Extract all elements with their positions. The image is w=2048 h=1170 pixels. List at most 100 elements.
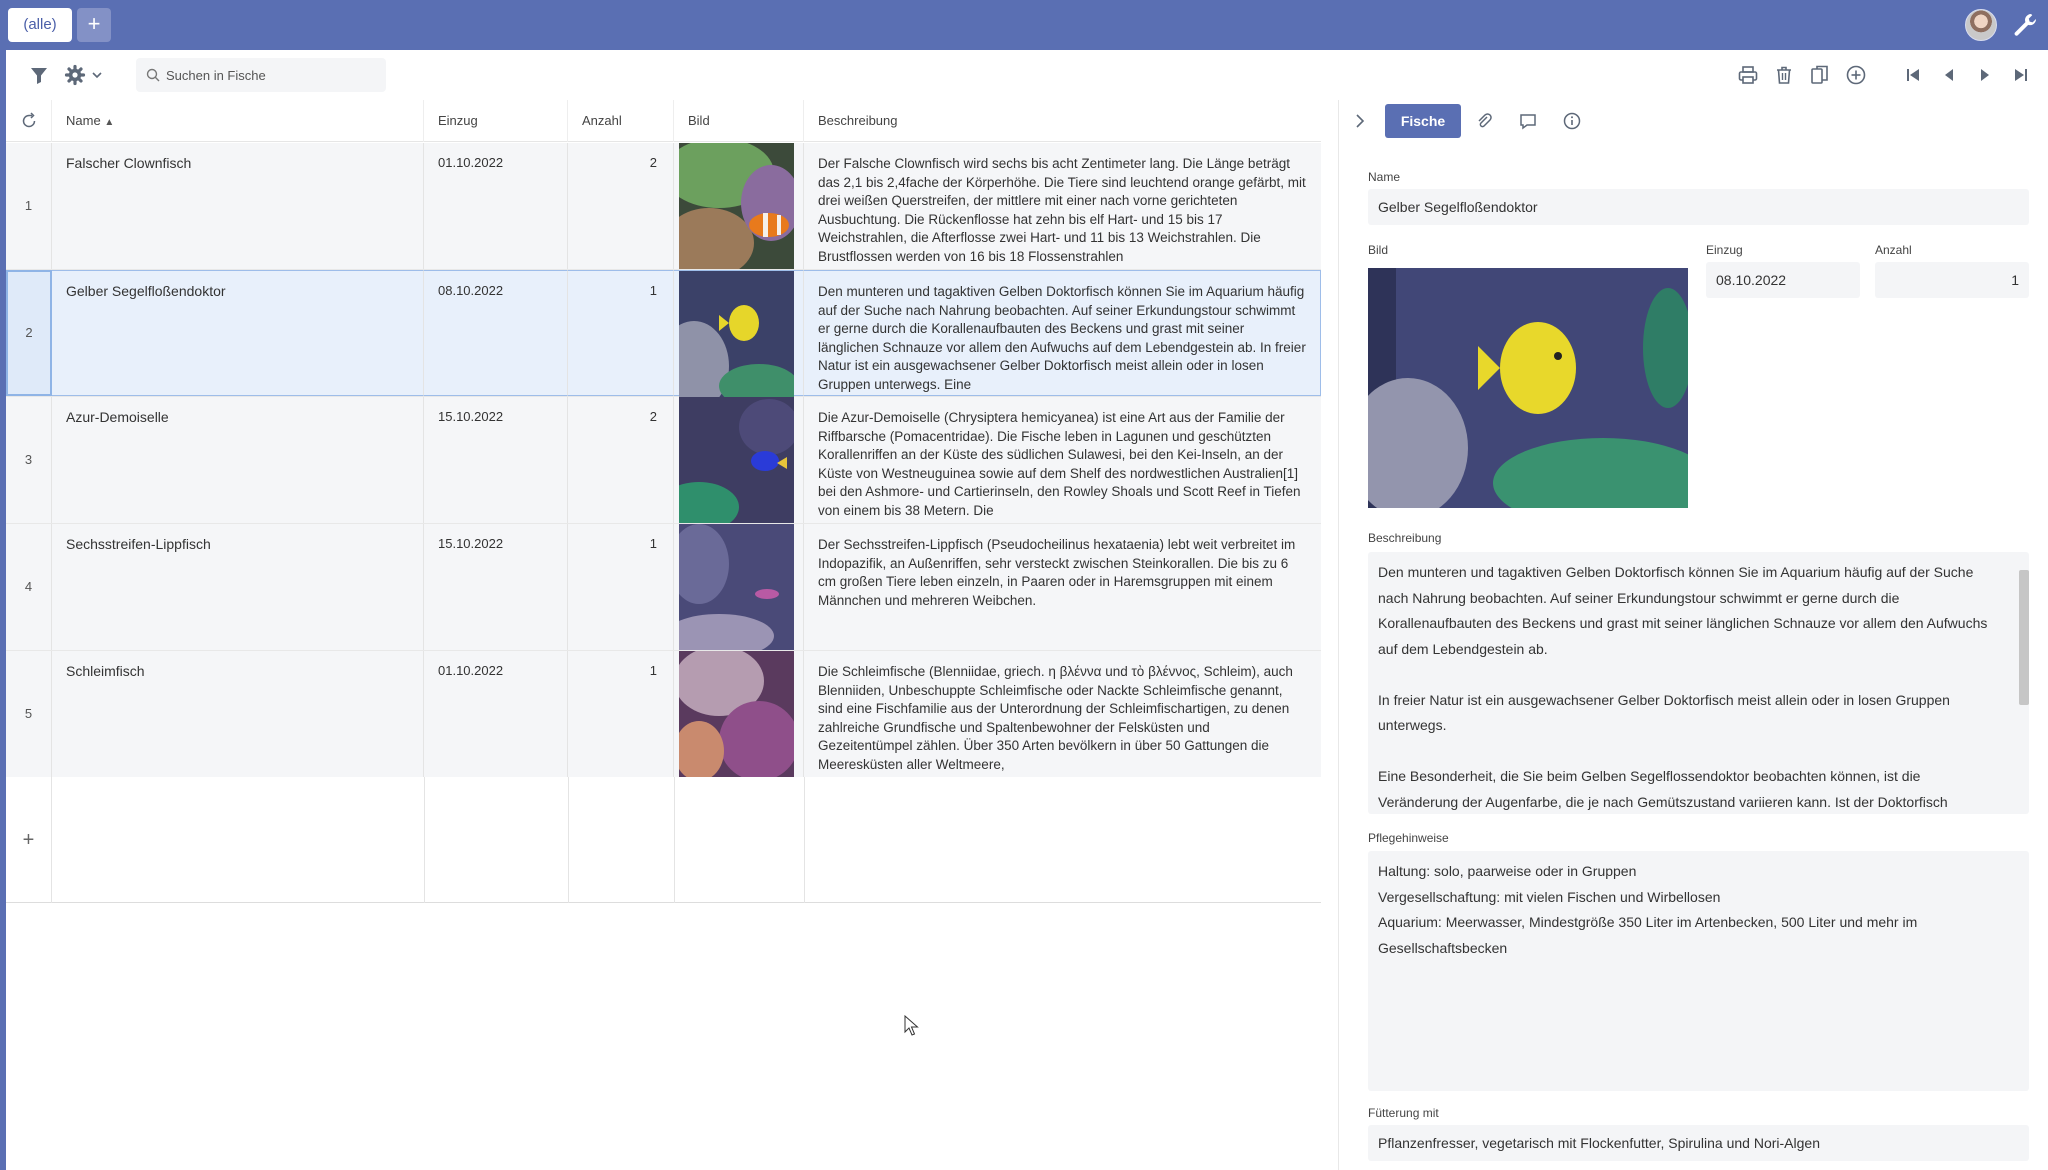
detail-panel: Fische Name Gelber Segelfloßendoktor Bil…: [1338, 100, 2048, 1170]
row-number[interactable]: 5: [6, 651, 52, 777]
data-grid: Name ▲ Einzug Anzahl Bild Beschreibung 1…: [6, 100, 1321, 903]
cell-anzahl[interactable]: 1: [568, 524, 674, 650]
cell-beschreibung[interactable]: Die Azur-Demoiselle (Chrysiptera hemicya…: [804, 397, 1321, 523]
grid-header: Name ▲ Einzug Anzahl Bild Beschreibung: [6, 100, 1321, 142]
cell-bild[interactable]: [659, 270, 804, 411]
filter-icon[interactable]: [28, 64, 50, 86]
cell-name[interactable]: Azur-Demoiselle: [52, 397, 424, 523]
paperclip-icon[interactable]: [1475, 112, 1493, 130]
name-field[interactable]: Gelber Segelfloßendoktor: [1368, 189, 2029, 225]
row-number[interactable]: 4: [6, 524, 52, 650]
column-header-name-label: Name: [66, 113, 101, 128]
detail-tabs: Fische: [1339, 100, 2048, 142]
bild-label: Bild: [1368, 243, 1389, 257]
cell-bild[interactable]: [664, 524, 804, 658]
column-divider: [424, 777, 425, 903]
cell-beschreibung[interactable]: Der Sechsstreifen-Lippfisch (Pseudocheil…: [804, 524, 1321, 650]
column-divider: [674, 777, 675, 903]
fuetterung-label: Fütterung mit: [1368, 1106, 1439, 1120]
add-row-button[interactable]: +: [6, 777, 52, 903]
cell-beschreibung[interactable]: Den munteren und tagaktiven Gelben Dokto…: [804, 270, 1321, 396]
cell-bild[interactable]: [664, 138, 804, 278]
top-bar: (alle) +: [0, 0, 2048, 50]
next-record-icon[interactable]: [1974, 64, 1996, 86]
row-number[interactable]: 1: [6, 143, 52, 269]
tab-alle[interactable]: (alle): [8, 8, 72, 42]
wrench-icon[interactable]: [2010, 10, 2040, 40]
yellow-tang-image: [659, 271, 799, 411]
row-number[interactable]: 2: [6, 270, 52, 396]
copy-icon[interactable]: [1809, 64, 1831, 86]
beschreibung-label: Beschreibung: [1368, 531, 1442, 545]
add-row[interactable]: +: [6, 777, 1321, 903]
pflege-field[interactable]: Haltung: solo, paarweise oder in Gruppen…: [1368, 851, 2029, 1091]
beschreibung-field[interactable]: Den munteren und tagaktiven Gelben Dokto…: [1368, 552, 2029, 814]
refresh-column[interactable]: [6, 100, 52, 142]
cell-anzahl[interactable]: 2: [568, 397, 674, 523]
column-divider: [568, 777, 569, 903]
info-icon[interactable]: [1562, 111, 1582, 131]
user-avatar[interactable]: [1965, 9, 1997, 41]
cell-einzug[interactable]: 01.10.2022: [424, 143, 568, 269]
chevron-down-icon[interactable]: [90, 64, 104, 86]
table-row[interactable]: 1 Falscher Clownfisch 01.10.2022 2 Der F…: [6, 138, 1321, 278]
cell-name[interactable]: Schleimfisch: [52, 651, 424, 777]
mouse-cursor-icon: [904, 1015, 919, 1036]
column-header-anzahl[interactable]: Anzahl: [568, 100, 674, 142]
pflege-label: Pflegehinweise: [1368, 831, 1449, 845]
beschreibung-text: Den munteren und tagaktiven Gelben Dokto…: [1378, 564, 1988, 810]
table-row[interactable]: 4 Sechsstreifen-Lippfisch 15.10.2022 1 D…: [6, 524, 1321, 658]
azure-damselfish-image: [659, 397, 799, 532]
table-row-selected[interactable]: 2 Gelber Segelfloßendoktor 08.10.2022 1 …: [6, 270, 1321, 411]
prev-record-icon[interactable]: [1938, 64, 1960, 86]
first-record-icon[interactable]: [1902, 64, 1924, 86]
search-input[interactable]: [166, 58, 376, 92]
sort-ascending-icon: ▲: [104, 117, 115, 128]
column-header-beschreibung[interactable]: Beschreibung: [804, 100, 1321, 142]
column-header-bild[interactable]: Bild: [674, 100, 804, 142]
cell-beschreibung[interactable]: Der Falsche Clownfisch wird sechs bis ac…: [804, 143, 1321, 269]
table-row[interactable]: 5 Schleimfisch 01.10.2022 1 Die Schleimf…: [6, 646, 1321, 781]
cell-einzug[interactable]: 15.10.2022: [424, 397, 568, 523]
fuetterung-field[interactable]: Pflanzenfresser, vegetarisch mit Flocken…: [1368, 1125, 2029, 1161]
cell-einzug[interactable]: 15.10.2022: [424, 524, 568, 650]
cell-bild[interactable]: [674, 646, 804, 781]
scrollbar-thumb[interactable]: [2019, 570, 2029, 705]
cell-bild[interactable]: [659, 397, 804, 532]
tab-fische[interactable]: Fische: [1385, 104, 1461, 138]
einzug-field[interactable]: 08.10.2022: [1706, 262, 1860, 298]
trash-icon[interactable]: [1773, 64, 1795, 86]
cell-beschreibung[interactable]: Die Schleimfische (Blenniidae, griech. η…: [804, 651, 1321, 777]
search-box[interactable]: [136, 58, 386, 92]
chevron-right-icon[interactable]: [1351, 112, 1369, 130]
column-header-einzug[interactable]: Einzug: [424, 100, 568, 142]
name-label: Name: [1368, 170, 1401, 184]
blenny-image: [674, 646, 799, 781]
last-record-icon[interactable]: [2010, 64, 2032, 86]
scrollbar[interactable]: [2017, 558, 2029, 808]
cell-anzahl[interactable]: 2: [568, 143, 674, 269]
cell-anzahl[interactable]: 1: [568, 270, 674, 396]
cell-einzug[interactable]: 01.10.2022: [424, 651, 568, 777]
comment-icon[interactable]: [1518, 111, 1538, 131]
settings-icon[interactable]: [64, 64, 86, 86]
cell-name[interactable]: Sechsstreifen-Lippfisch: [52, 524, 424, 650]
column-divider: [804, 777, 805, 903]
add-tab-button[interactable]: +: [77, 8, 111, 42]
cell-anzahl[interactable]: 1: [568, 651, 674, 777]
cell-name[interactable]: Gelber Segelfloßendoktor: [52, 270, 424, 396]
row-number[interactable]: 3: [6, 397, 52, 523]
toolbar: [6, 50, 2048, 100]
search-icon: [146, 68, 160, 82]
cell-name[interactable]: Falscher Clownfisch: [52, 143, 424, 269]
print-icon[interactable]: [1737, 64, 1759, 86]
einzug-label: Einzug: [1706, 243, 1743, 257]
clownfish-image: [664, 138, 801, 278]
table-row[interactable]: 3 Azur-Demoiselle 15.10.2022 2 Die Azur-…: [6, 397, 1321, 532]
anzahl-field[interactable]: 1: [1875, 262, 2029, 298]
fish-photo[interactable]: [1368, 268, 1688, 508]
refresh-icon[interactable]: [20, 112, 38, 130]
add-circle-icon[interactable]: [1845, 64, 1867, 86]
cell-einzug[interactable]: 08.10.2022: [424, 270, 568, 396]
column-header-name[interactable]: Name ▲: [52, 100, 424, 142]
